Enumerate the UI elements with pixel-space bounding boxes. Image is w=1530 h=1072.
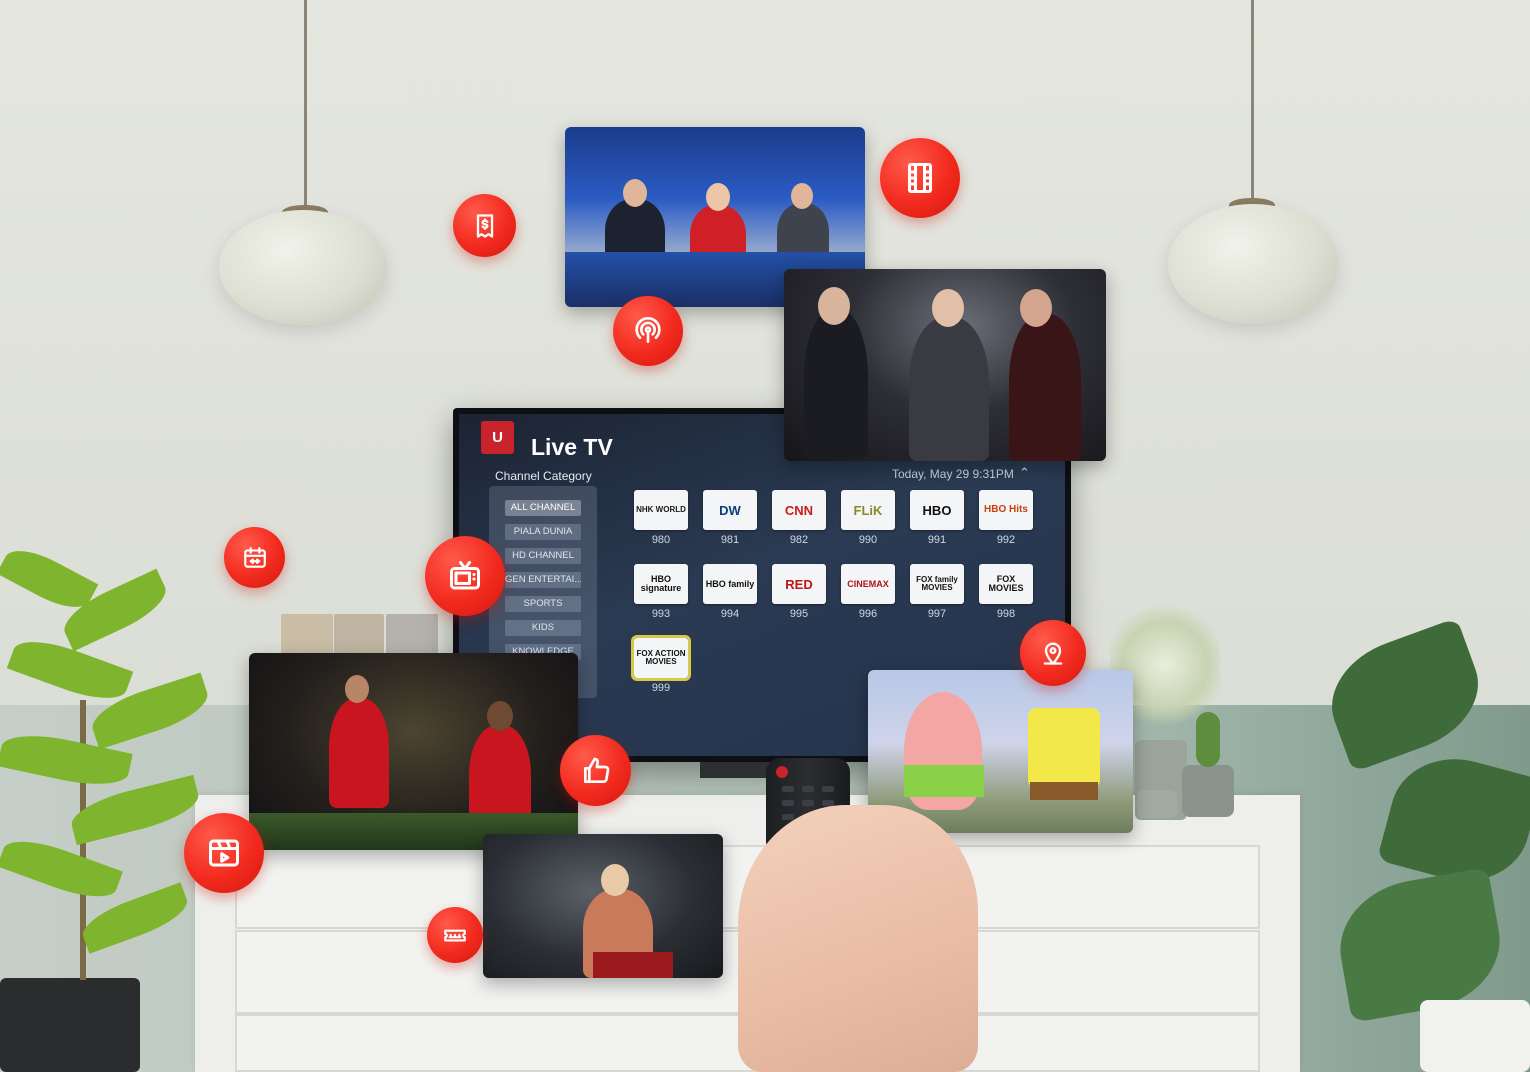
channel-tile[interactable]: FLiK [841,490,895,530]
channel-tile[interactable]: HBO [910,490,964,530]
chevron-up-icon[interactable]: ⌃ [1019,465,1030,481]
small-pot [1182,765,1234,817]
app-logo: U [481,421,514,454]
channel-logo: DW [719,502,741,518]
channel-logo: CINEMAX [847,578,889,589]
channel-logo: HBO Hits [984,504,1028,515]
performer [804,309,868,459]
remote-button [782,786,794,792]
pendant-lamp-left [219,210,387,325]
news-anchor-head [791,183,813,209]
category-item-hd-channel[interactable]: HD CHANNEL [505,548,581,564]
channel-tile[interactable]: NHK WORLD [634,490,688,530]
power-button [776,766,788,778]
channel-number: 982 [789,534,809,546]
channel-tile[interactable]: CNN [772,490,826,530]
tv-icon[interactable] [425,536,505,616]
performer-head [1020,289,1052,327]
video-clip-icon[interactable] [184,813,264,893]
plant-pot-left [0,978,140,1072]
remote-button [782,800,794,806]
decor-box [334,614,384,656]
performer-head [818,287,850,325]
channel-number: 993 [651,608,671,620]
channel-tile[interactable]: DW [703,490,757,530]
channel-tile[interactable]: HBO Hits [979,490,1033,530]
channel-tile[interactable]: RED [772,564,826,604]
channel-number: 994 [720,608,740,620]
datetime-label: Today, May 29 9:31PM [892,467,1014,481]
channel-number: 997 [927,608,947,620]
channel-tile[interactable]: FOX family MOVIES [910,564,964,604]
channel-logo: RED [785,576,813,592]
channel-logo: HBO [922,502,952,518]
channel-number: 998 [996,608,1016,620]
category-item-piala-dunia[interactable]: PIALA DUNIA [505,524,581,540]
receipt-dollar-icon[interactable] [453,194,516,257]
channel-logo: FOX ACTION MOVIES [636,649,686,666]
channel-number: 980 [651,534,671,546]
cartoon-character-yellow [1028,708,1100,788]
category-item-gen-entertainment[interactable]: GEN ENTERTAI... [505,572,581,588]
soccer-player-head [487,701,513,731]
news-anchor-head [623,179,647,207]
channel-tile[interactable]: CINEMAX [841,564,895,604]
channel-logo: FLiK [853,502,883,518]
singer-skirt [593,952,673,978]
decor-box [281,614,333,656]
lamp-cord-right [1251,0,1254,205]
remote-button [782,814,794,820]
category-heading: Channel Category [495,469,592,483]
performer [909,317,989,461]
performer [1009,314,1081,461]
location-pin-icon[interactable] [1020,620,1086,686]
channel-number: 992 [996,534,1016,546]
channel-number: 991 [927,534,947,546]
news-anchor-head [706,183,730,211]
plant-pot-right [1420,1000,1530,1072]
remote-button [822,786,834,792]
remote-button [802,786,814,792]
calendar-icon[interactable] [224,527,285,588]
channel-tile[interactable]: HBO signature [634,564,688,604]
thumbs-up-icon[interactable] [560,735,631,806]
small-pot [1137,790,1177,818]
lamp-cord-left [304,0,307,212]
cartoon-pants [1030,782,1098,800]
channel-logo: FOX family MOVIES [916,575,958,592]
film-strip-icon[interactable] [880,138,960,218]
category-item-all-channel[interactable]: ALL CHANNEL [505,500,581,516]
performer-head [932,289,964,327]
channel-tile[interactable]: FOX MOVIES [979,564,1033,604]
soccer-thumbnail[interactable] [249,653,578,850]
channel-number: 996 [858,608,878,620]
soccer-player-head [345,675,369,703]
category-item-kids[interactable]: KIDS [505,620,581,636]
decor-box [386,614,438,656]
concert-singer-thumbnail[interactable] [483,834,723,978]
channel-logo: HBO signature [640,574,682,593]
ticket-icon[interactable] [427,907,483,963]
music-performance-thumbnail[interactable] [784,269,1106,461]
channel-logo: FOX MOVIES [988,574,1024,593]
channel-number: 999 [651,682,671,694]
broadcast-icon[interactable] [613,296,683,366]
page-title: Live TV [531,434,613,460]
channel-number: 990 [858,534,878,546]
hand [738,805,978,1072]
channel-logo: CNN [784,502,814,518]
singer-head [601,864,629,896]
pendant-lamp-right [1168,204,1338,324]
channel-logo: HBO family [705,578,755,589]
cartoon-shorts [904,765,984,797]
channel-tile-selected[interactable]: FOX ACTION MOVIES [631,635,691,681]
channel-number: 995 [789,608,809,620]
channel-logo: NHK WORLD [636,505,686,514]
channel-number: 981 [720,534,740,546]
category-item-sports[interactable]: SPORTS [505,596,581,612]
soccer-player [329,698,389,808]
remote-button [802,800,814,806]
channel-tile[interactable]: HBO family [703,564,757,604]
